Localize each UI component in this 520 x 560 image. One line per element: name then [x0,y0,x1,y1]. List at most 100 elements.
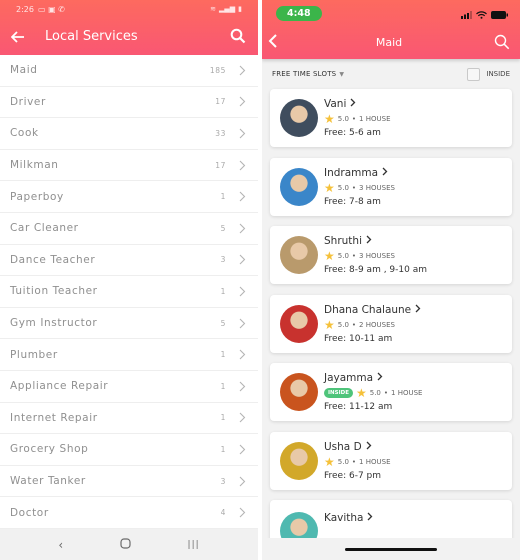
chevron-right-icon [236,475,248,487]
maid-list-screen: 4:48 Maid FREE TIME SLOTS ▼ INSIDE Vani … [262,0,520,560]
service-row[interactable]: Cook 33 [0,118,258,150]
service-row[interactable]: Plumber 1 [0,339,258,371]
free-time: Free: 11-12 am [324,402,393,412]
service-row[interactable]: Milkman 17 [0,150,258,182]
service-name: Car Cleaner [10,222,79,235]
nav-recents-button[interactable]: ||| [188,540,200,550]
star-icon: ★ [324,180,335,195]
chevron-right-icon [236,127,248,139]
service-count: 1 [220,350,226,360]
service-row[interactable]: Doctor 4 [0,497,258,529]
service-name: Tuition Teacher [10,285,98,298]
service-count: 33 [215,128,226,138]
service-name: Appliance Repair [10,380,109,393]
chevron-right-icon [350,98,356,110]
service-row[interactable]: Water Tanker 3 [0,466,258,498]
chevron-right-icon [366,441,372,453]
service-name: Doctor [10,506,49,519]
chevron-right-icon [236,159,248,171]
star-icon: ★ [324,317,335,332]
rating: 5.0 [337,457,349,466]
battery-icon [491,4,508,23]
provider-card[interactable]: Indramma ★ 5.0 • 3 HOUSES Free: 7-8 am [270,157,512,216]
service-row[interactable]: Grocery Shop 1 [0,434,258,466]
service-row[interactable]: Paperboy 1 [0,181,258,213]
service-row[interactable]: Dance Teacher 3 [0,245,258,277]
star-icon: ★ [355,386,367,400]
provider-card[interactable]: Shruthi ★ 5.0 • 3 HOUSES Free: 8-9 am , 9-10 … [270,226,512,284]
signal-icon [461,4,472,23]
caret-down-icon: ▼ [339,70,345,78]
chevron-left-icon[interactable] [268,33,284,52]
inside-label: INSIDE [486,70,510,78]
free-time: Free: 10-11 am [324,333,393,344]
service-count: 1 [220,192,226,202]
provider-name: Vani [324,98,347,110]
rating: 5.0 [337,183,349,192]
chevron-right-icon [236,222,248,234]
rating: 5.0 [337,115,349,123]
service-name: Internet Repair [10,411,98,424]
chevron-right-icon [367,512,373,524]
search-icon[interactable] [494,34,512,52]
free-time: Free: 8-9 am , 9-10 am [324,265,427,275]
inside-checkbox[interactable] [467,67,481,81]
chevron-right-icon [236,412,248,424]
service-row[interactable]: Gym Instructor 5 [0,308,258,340]
service-row[interactable]: Appliance Repair 1 [0,371,258,403]
chevron-right-icon [236,507,248,519]
separator-dot: • [351,115,357,123]
status-time: 4:48 [276,5,322,21]
service-row[interactable]: Driver 17 [0,87,258,119]
separator-dot: • [383,389,389,397]
free-time-slots-label: FREE TIME SLOTS [272,70,337,78]
status-bar: 4:48 [262,0,520,26]
avatar [280,441,318,480]
service-count: 1 [220,286,226,296]
android-nav-bar: ‹ ||| [0,529,258,560]
separator-dot: • [351,457,357,466]
status-time: 2:26 [16,4,34,14]
service-count: 17 [215,160,226,170]
avatar [280,236,318,274]
provider-card[interactable]: Usha D ★ 5.0 • 1 HOUSE Free: 6-7 pm [270,431,512,490]
provider-card[interactable]: Jayamma INSIDE ★ 5.0 • 1 HOUSE Free: 11-12 am [270,363,512,421]
service-row[interactable]: Internet Repair 1 [0,403,258,435]
service-count: 5 [220,223,226,233]
free-time: Free: 5-6 am [324,128,381,138]
chevron-right-icon [236,96,248,108]
page-title: Local Services [45,29,138,44]
rating: 5.0 [369,389,381,397]
nav-back-button[interactable]: ‹ [58,538,63,552]
service-count: 3 [220,476,226,486]
chevron-right-icon [236,64,248,76]
avatar [280,167,318,206]
wifi-icon: ≋ [210,5,216,13]
service-row[interactable]: Tuition Teacher 1 [0,276,258,308]
nav-home-button[interactable] [120,537,131,552]
provider-name: Kavitha [324,512,364,524]
service-count: 1 [220,444,226,454]
page-title: Maid [375,36,403,49]
chevron-right-icon [236,254,248,266]
arrow-left-icon[interactable] [10,29,26,45]
service-name: Milkman [10,159,59,172]
chevron-right-icon [236,317,248,329]
avatar [280,99,318,137]
service-row[interactable]: Car Cleaner 5 [0,213,258,245]
rating: 5.0 [337,252,349,260]
houses-count: 1 HOUSE [359,457,391,466]
service-name: Driver [10,95,46,108]
search-icon[interactable] [230,28,248,46]
houses-count: 3 HOUSES [359,252,395,260]
service-name: Paperboy [10,190,64,203]
service-row[interactable]: Maid 185 [0,55,258,87]
inside-filter[interactable]: INSIDE [467,67,510,81]
free-time-slots-dropdown[interactable]: FREE TIME SLOTS ▼ [272,70,344,78]
provider-card[interactable]: Dhana Chalaune ★ 5.0 • 2 HOUSES Free: 10-11 a… [270,294,512,353]
home-bar[interactable] [345,547,437,551]
local-services-screen: 2:26 ▭ ▣ ✆ ≋ ▂▄▆ ▮ Local Services Maid 18… [0,0,258,560]
chevron-right-icon [236,285,248,297]
provider-card[interactable]: Vani ★ 5.0 • 1 HOUSE Free: 5-6 am [270,89,512,147]
service-count: 5 [220,318,226,328]
